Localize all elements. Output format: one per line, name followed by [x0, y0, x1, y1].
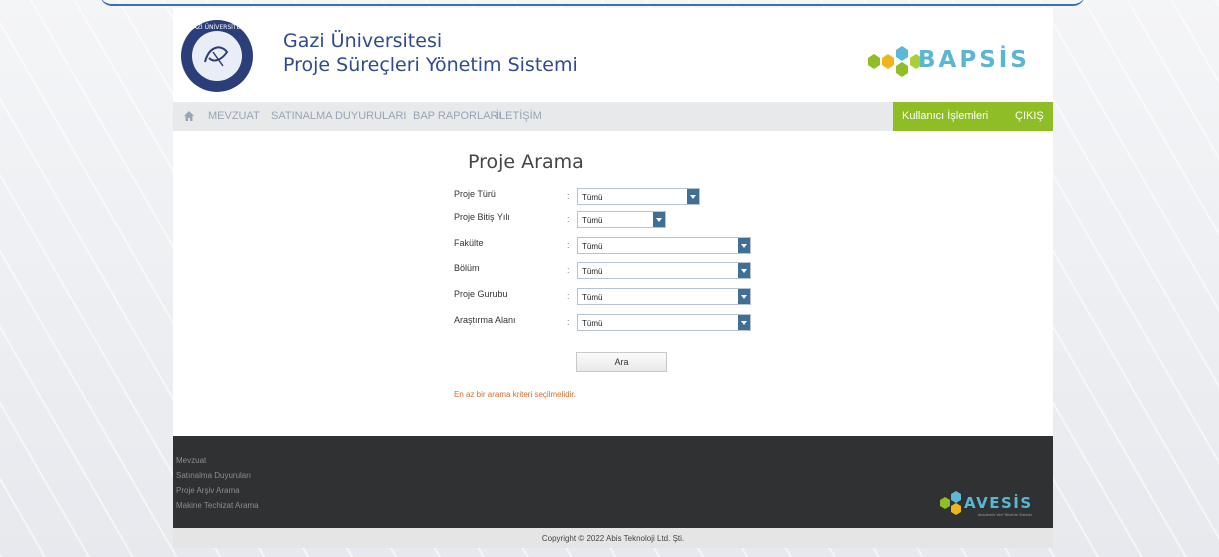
university-name: Gazi Üniversitesi [283, 30, 443, 52]
field-colon: : [567, 265, 570, 275]
system-name: Proje Süreçleri Yönetim Sistemi [283, 54, 578, 76]
proje-gurubu-select[interactable]: Tümü [577, 288, 751, 305]
chevron-down-icon[interactable] [738, 289, 750, 304]
search-button[interactable]: Ara [576, 352, 667, 372]
nav-satinalma-duyurulari[interactable]: SATINALMA DUYURULARI [271, 110, 407, 122]
main-navigation: MEVZUAT SATINALMA DUYURULARI BAP RAPORLA… [173, 102, 1053, 131]
field-proje-turu: Proje Türü : Tümü [454, 188, 794, 206]
field-colon: : [567, 214, 570, 224]
field-label: Bölüm [454, 263, 480, 273]
field-proje-gurubu: Proje Gurubu : Tümü [454, 288, 794, 306]
validation-warning: En az bir arama kriteri seçilmelidir. [454, 390, 576, 399]
proje-bitis-yili-select[interactable]: Tümü [577, 211, 666, 228]
avesis-logo[interactable]: AVESİS Akademik Veri Yönetim Sistemi [938, 486, 1048, 522]
field-fakulte: Fakülte : Tümü [454, 237, 794, 255]
chevron-down-icon[interactable] [738, 238, 750, 253]
logout-link[interactable]: ÇIKIŞ [1015, 110, 1044, 122]
field-colon: : [567, 317, 570, 327]
select-value: Tümü [582, 242, 603, 251]
page-container: 1926 GAZİ ÜNİVERSİTESİ Gazi Üniversitesi… [173, 8, 1053, 548]
field-colon: : [567, 291, 570, 301]
select-value: Tümü [582, 293, 603, 302]
field-label: Proje Türü [454, 189, 496, 199]
footer-link-satinalma[interactable]: Satınalma Duyuruları [176, 471, 251, 480]
bolum-select[interactable]: Tümü [577, 262, 751, 279]
field-proje-bitis-yili: Proje Bitiş Yılı : Tümü [454, 211, 794, 229]
home-icon[interactable] [183, 110, 195, 122]
svg-text:1926: 1926 [209, 81, 224, 88]
header: 1926 GAZİ ÜNİVERSİTESİ Gazi Üniversitesi… [173, 8, 1053, 102]
proje-turu-select[interactable]: Tümü [577, 188, 700, 205]
svg-text:Akademik Veri Yönetim Sistemi: Akademik Veri Yönetim Sistemi [978, 513, 1032, 517]
chevron-down-icon[interactable] [738, 263, 750, 278]
footer: Mevzuat Satınalma Duyuruları Proje Arşiv… [173, 436, 1053, 528]
select-value: Tümü [582, 267, 603, 276]
page-title: Proje Arama [468, 151, 584, 173]
select-value: Tümü [582, 216, 603, 225]
copyright-bar: Copyright © 2022 Abis Teknoloji Ltd. Şti… [173, 528, 1053, 548]
svg-text:GAZİ ÜNİVERSİTESİ: GAZİ ÜNİVERSİTESİ [188, 24, 246, 31]
field-arastirma-alani: Araştırma Alanı : Tümü [454, 314, 794, 332]
arastirma-alani-select[interactable]: Tümü [577, 314, 751, 331]
field-label: Proje Bitiş Yılı [454, 212, 510, 222]
nav-mevzuat[interactable]: MEVZUAT [208, 110, 260, 122]
field-label: Fakülte [454, 238, 484, 248]
user-operations-link[interactable]: Kullanıcı İşlemleri [902, 110, 988, 122]
site-title[interactable]: Gazi Üniversitesi Proje Süreçleri Yöneti… [283, 29, 578, 77]
university-seal-logo: 1926 GAZİ ÜNİVERSİTESİ [181, 20, 253, 92]
chevron-down-icon[interactable] [687, 189, 699, 204]
field-colon: : [567, 240, 570, 250]
svg-text:AVESİS: AVESİS [964, 493, 1033, 512]
field-colon: : [567, 191, 570, 201]
field-label: Araştırma Alanı [454, 315, 516, 325]
copyright-text: Copyright © 2022 Abis Teknoloji Ltd. Şti… [541, 534, 685, 543]
select-value: Tümü [582, 319, 603, 328]
footer-link-mevzuat[interactable]: Mevzuat [176, 456, 206, 465]
chevron-down-icon[interactable] [738, 315, 750, 330]
chevron-down-icon[interactable] [653, 212, 665, 227]
bapsis-logo-text: BAPSİS [918, 47, 1030, 73]
fakulte-select[interactable]: Tümü [577, 237, 751, 254]
nav-iletisim[interactable]: İLETİŞİM [496, 110, 542, 122]
user-menu-bar: Kullanıcı İşlemleri ÇIKIŞ [893, 102, 1053, 131]
top-decoration [100, 0, 1085, 6]
footer-link-makine-techizat[interactable]: Makine Techizat Arama [176, 501, 259, 510]
field-label: Proje Gurubu [454, 289, 508, 299]
nav-bap-raporlari[interactable]: BAP RAPORLARI [413, 110, 501, 122]
select-value: Tümü [582, 193, 603, 202]
footer-link-proje-arsiv[interactable]: Proje Arşiv Arama [176, 486, 240, 495]
field-bolum: Bölüm : Tümü [454, 262, 794, 280]
